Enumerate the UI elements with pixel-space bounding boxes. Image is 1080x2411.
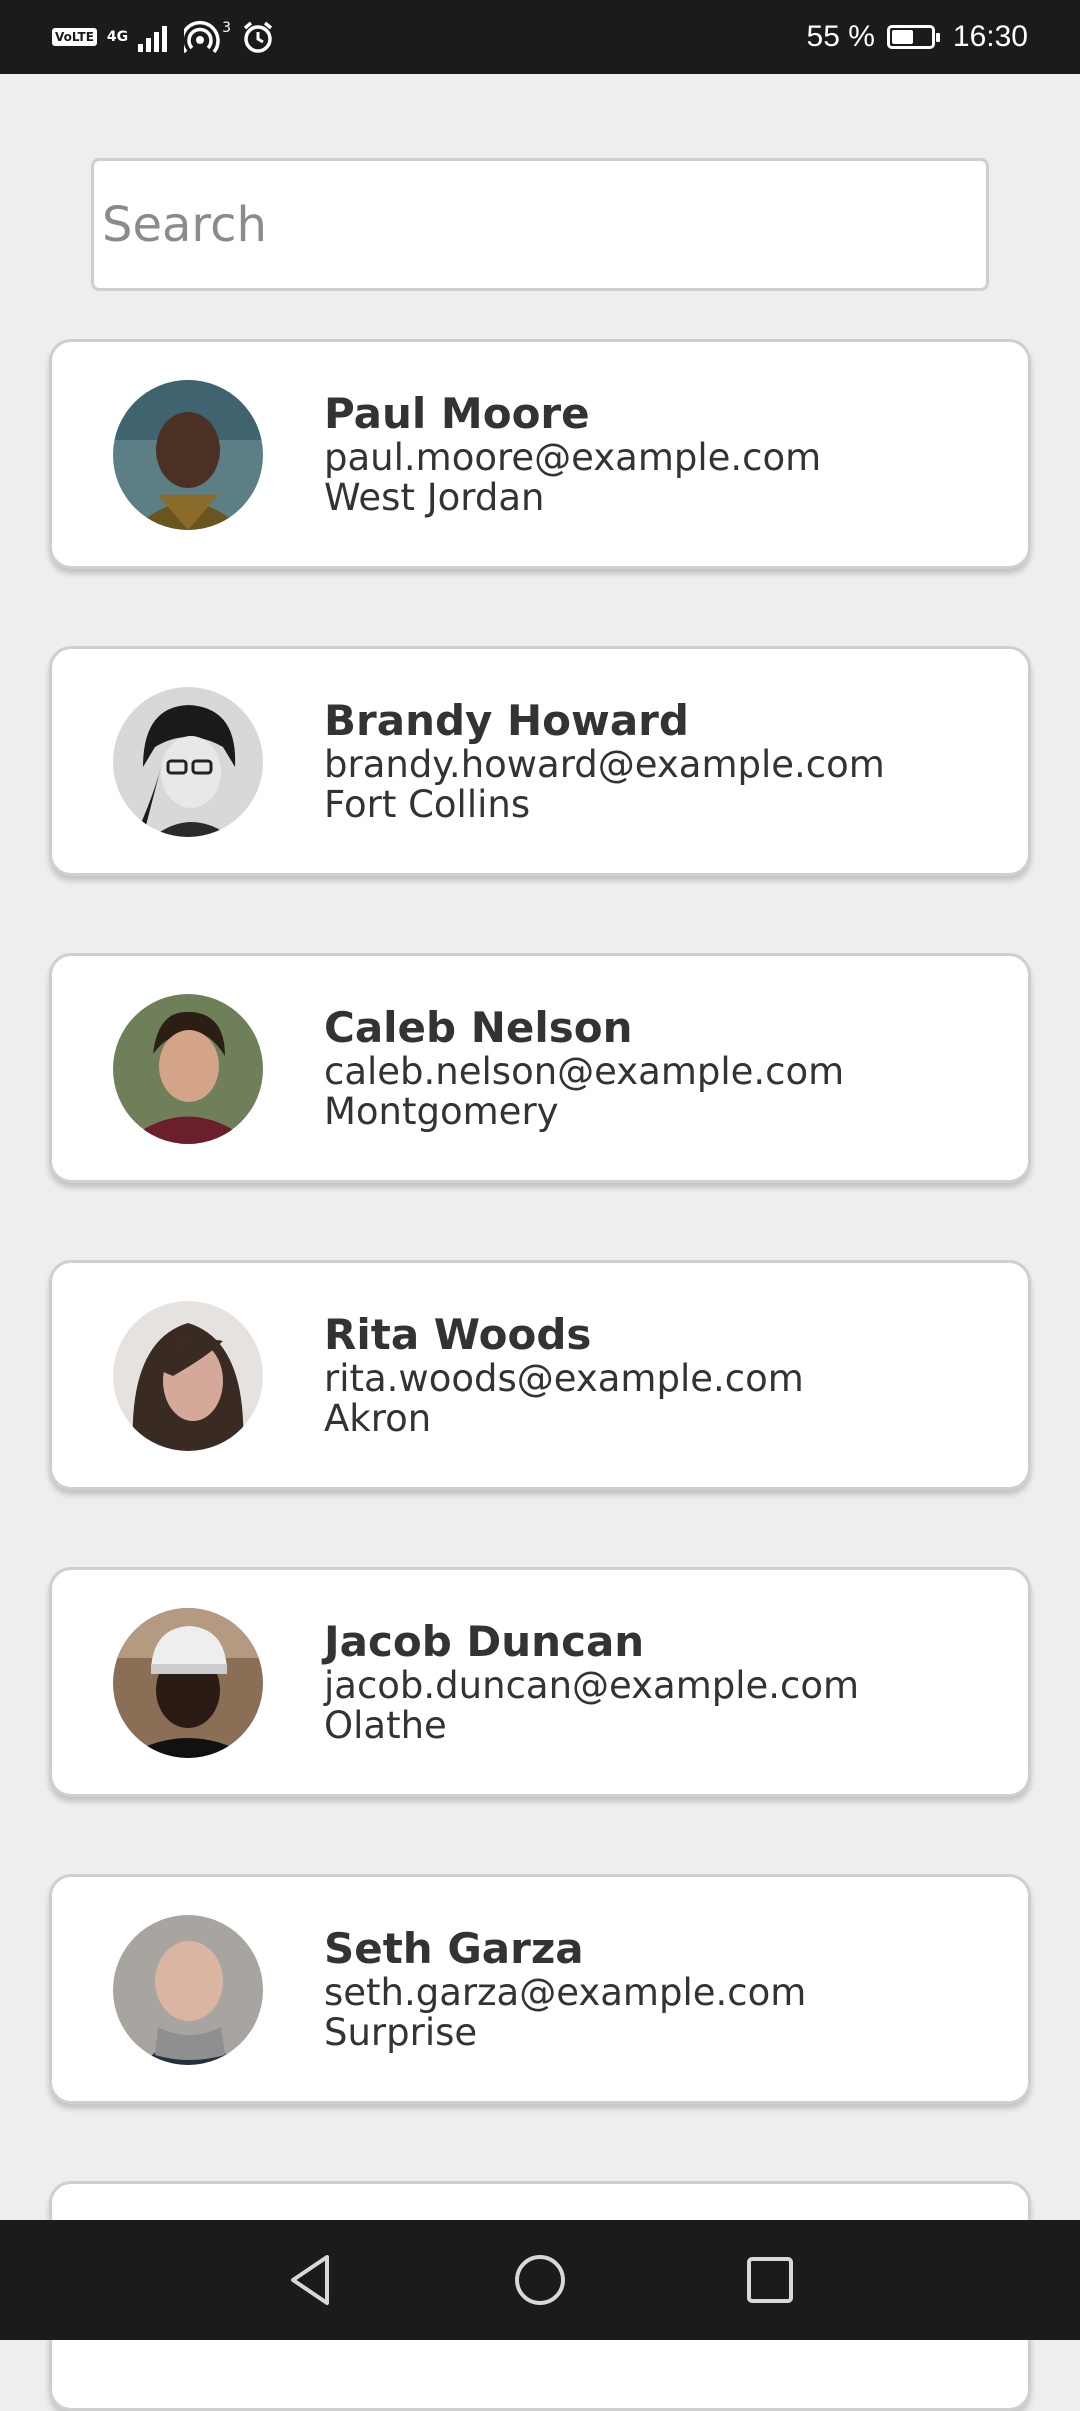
contact-email: caleb.nelson@example.com	[324, 1050, 845, 1093]
battery-percent: 55 %	[806, 20, 875, 53]
contact-card[interactable]: Jacob Duncan jacob.duncan@example.com Ol…	[49, 1567, 1031, 1797]
contact-city: Fort Collins	[324, 783, 531, 826]
avatar	[113, 994, 263, 1144]
volte-icon: VoLTE	[52, 28, 97, 46]
contact-email: rita.woods@example.com	[324, 1357, 804, 1400]
contact-info: Jacob Duncan jacob.duncan@example.com Ol…	[324, 1618, 859, 1746]
contact-info: Paul Moore paul.moore@example.com West J…	[324, 390, 821, 518]
contact-city: Olathe	[324, 1704, 447, 1747]
navigation-bar	[0, 2220, 1080, 2340]
avatar	[113, 380, 263, 530]
contact-email: jacob.duncan@example.com	[324, 1664, 860, 1707]
contact-city: Akron	[324, 1397, 432, 1440]
hotspot-icon	[184, 21, 220, 54]
signal-icon	[138, 26, 168, 52]
contact-info: Brandy Howard brandy.howard@example.com …	[324, 697, 885, 825]
contact-name: Jacob Duncan	[324, 1617, 645, 1666]
contact-info: Rita Woods rita.woods@example.com Akron	[324, 1311, 804, 1439]
hotspot-count: 3	[222, 20, 232, 36]
contact-city: Montgomery	[324, 1090, 559, 1133]
status-icons-right: 55 % 16:30	[807, 0, 1028, 74]
contact-name: Paul Moore	[324, 389, 590, 438]
contact-card[interactable]: Rita Woods rita.woods@example.com Akron	[49, 1260, 1031, 1490]
search-input[interactable]	[91, 158, 989, 291]
contact-name: Rita Woods	[324, 1310, 592, 1359]
contact-card[interactable]: Seth Garza seth.garza@example.com Surpri…	[49, 1874, 1031, 2104]
back-icon[interactable]	[280, 2250, 340, 2310]
status-icons-left: VoLTE 4G 3	[52, 0, 275, 74]
contact-info: Caleb Nelson caleb.nelson@example.com Mo…	[324, 1004, 844, 1132]
battery-icon	[886, 25, 940, 49]
avatar	[113, 1915, 263, 2065]
contact-email: seth.garza@example.com	[324, 1971, 807, 2014]
contact-email: brandy.howard@example.com	[324, 743, 885, 786]
network-type: 4G	[106, 29, 129, 45]
contact-card[interactable]: Caleb Nelson caleb.nelson@example.com Mo…	[49, 953, 1031, 1183]
contact-name: Seth Garza	[324, 1924, 584, 1973]
home-icon[interactable]	[510, 2250, 570, 2310]
recents-icon[interactable]	[740, 2250, 800, 2310]
avatar	[113, 687, 263, 837]
contact-info: Seth Garza seth.garza@example.com Surpri…	[324, 1925, 806, 2053]
contact-name: Caleb Nelson	[324, 1003, 633, 1052]
contact-city: West Jordan	[324, 476, 545, 519]
battery-fill	[891, 30, 913, 44]
clock: 16:30	[952, 20, 1028, 53]
avatar	[113, 1608, 263, 1758]
avatar	[113, 1301, 263, 1451]
contact-card[interactable]: Brandy Howard brandy.howard@example.com …	[49, 646, 1031, 876]
contact-card[interactable]: Paul Moore paul.moore@example.com West J…	[49, 339, 1031, 569]
contact-email: paul.moore@example.com	[324, 436, 822, 479]
contact-city: Surprise	[324, 2011, 478, 2054]
contact-name: Brandy Howard	[324, 696, 689, 745]
status-bar: VoLTE 4G 3 55 % 16:30	[0, 0, 1080, 74]
alarm-icon	[243, 21, 273, 53]
